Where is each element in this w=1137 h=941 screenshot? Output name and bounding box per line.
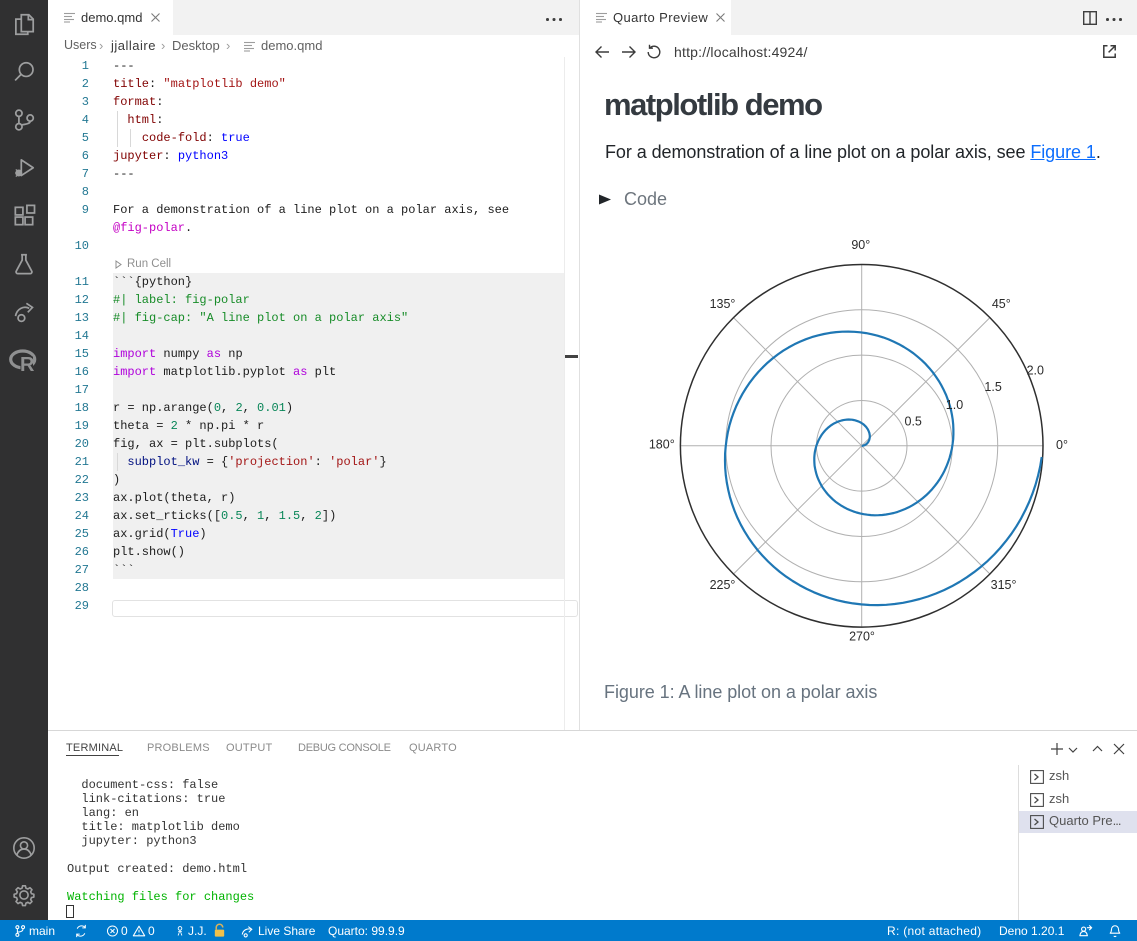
svg-text:90°: 90°	[851, 238, 870, 252]
svg-text:135°: 135°	[710, 297, 736, 311]
svg-text:R: R	[20, 354, 35, 373]
svg-text:45°: 45°	[992, 297, 1011, 311]
svg-text:180°: 180°	[649, 438, 675, 452]
svg-text:1.5: 1.5	[984, 380, 1001, 394]
svg-text:1.0: 1.0	[946, 398, 963, 412]
svg-text:0.5: 0.5	[905, 415, 922, 429]
svg-text:270°: 270°	[849, 629, 875, 643]
svg-text:225°: 225°	[710, 578, 736, 592]
svg-text:315°: 315°	[991, 578, 1017, 592]
svg-text:0°: 0°	[1056, 438, 1068, 452]
svg-text:2.0: 2.0	[1027, 363, 1044, 377]
